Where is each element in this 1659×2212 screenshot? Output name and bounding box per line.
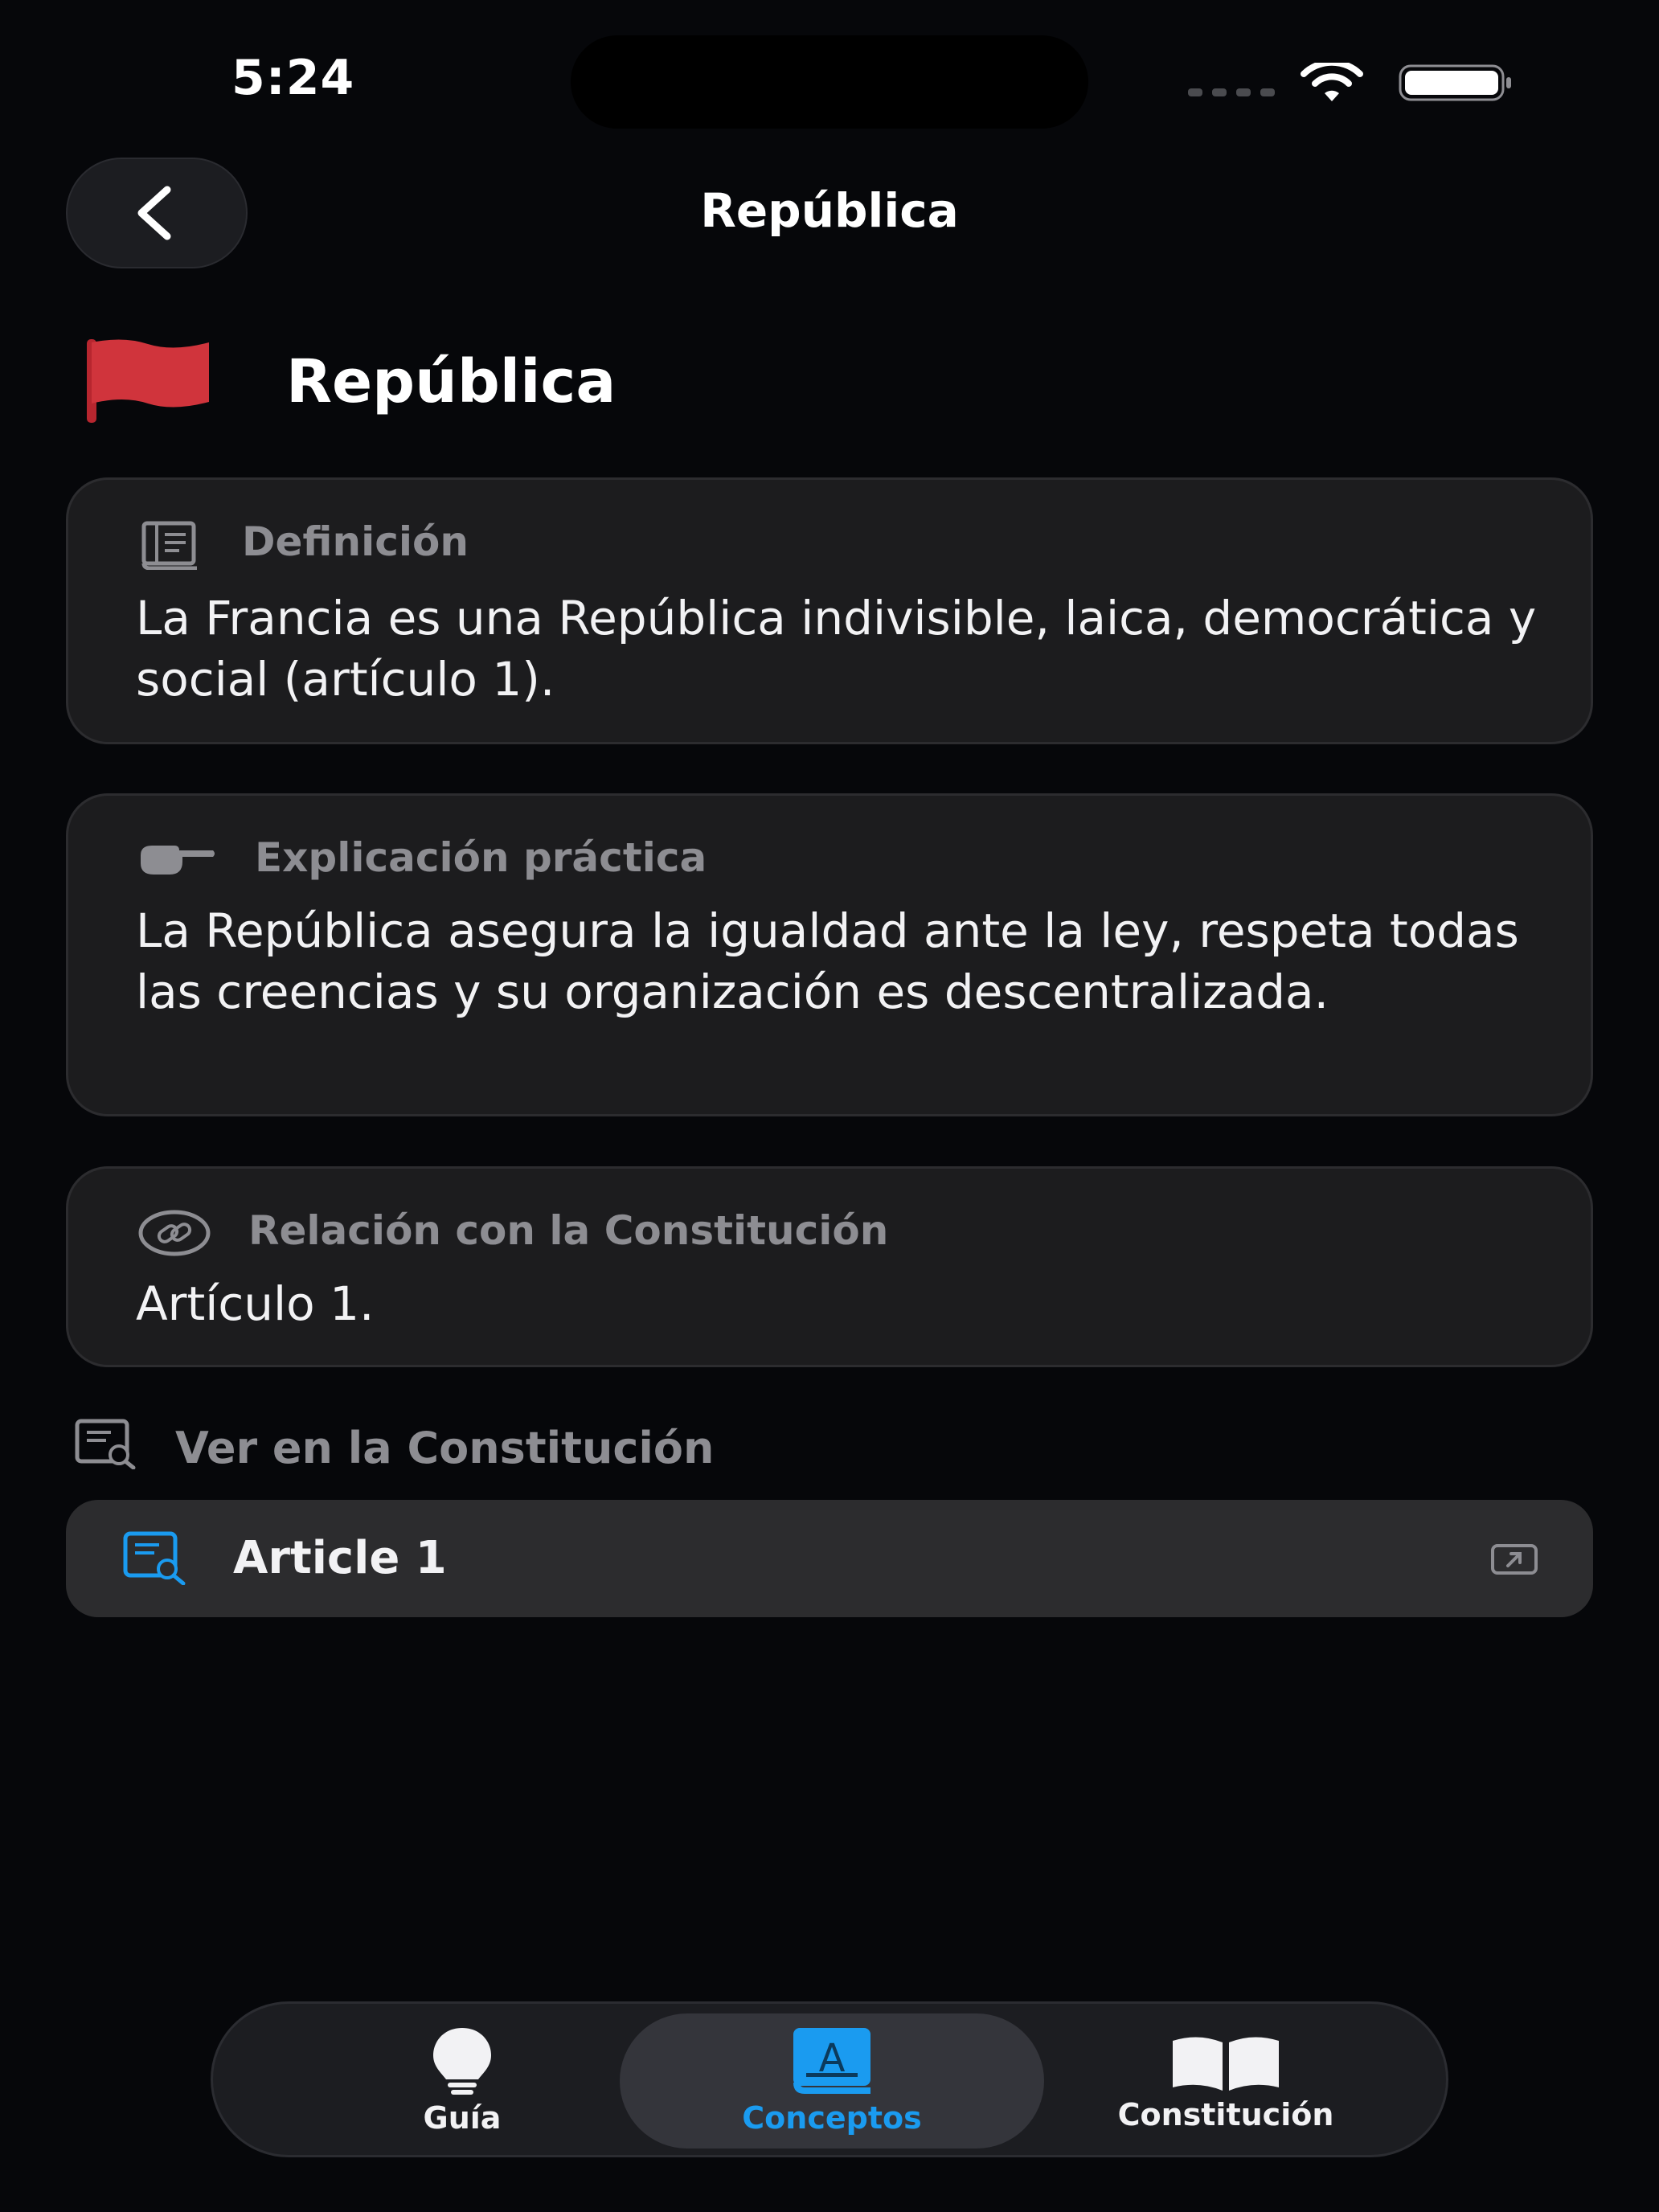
concept-title: República [286,347,616,416]
link-icon [138,1210,211,1256]
practical-explanation-text: La República asegura la igualdad ante la… [136,903,1519,1019]
tab-conceptos[interactable]: A Conceptos [711,2004,952,2160]
practical-explanation-label: Explicación práctica [255,834,707,881]
screen: 5:24 República República Definición La F… [0,0,1659,2212]
tab-guia[interactable]: Guía [342,2004,583,2160]
practical-explanation-card: Explicación práctica La República asegur… [66,793,1593,1116]
open-external-icon [1491,1544,1538,1575]
nav-title: República [700,183,959,238]
status-time: 5:24 [231,50,355,106]
relation-text: Artículo 1. [136,1276,375,1331]
pointing-hand-icon [141,846,215,875]
tab-conceptos-label: Conceptos [742,2100,922,2136]
red-flag-icon [87,339,209,423]
relation-card: Relación con la Constitución Artículo 1. [66,1166,1593,1367]
article-1-label: Article 1 [233,1532,447,1584]
document-search-icon [123,1531,186,1585]
tab-constitucion[interactable]: Constitución [1081,2004,1370,2160]
glossary-book-icon: A [793,2028,870,2094]
definition-card: Definición La Francia es una República i… [66,477,1593,744]
document-search-icon [75,1419,136,1469]
tab-constitucion-label: Constitución [1117,2097,1334,2132]
wifi-icon [1301,63,1363,101]
battery-icon [1399,64,1511,101]
cellular-signal-icon [1188,88,1275,96]
relation-label: Relación con la Constitución [248,1207,889,1254]
definition-text: La Francia es una República indivisible,… [136,591,1537,707]
book-icon [141,521,197,570]
definition-label: Definición [242,518,469,565]
tab-bar: Guía A Conceptos Constitución [211,2001,1448,2157]
open-book-icon [1173,2037,1279,2091]
article-1-link[interactable]: Article 1 [66,1500,1593,1617]
tab-guia-label: Guía [423,2100,502,2136]
lightbulb-icon [433,2028,491,2095]
see-in-constitution-label: Ver en la Constitución [175,1423,715,1473]
dynamic-island [571,35,1088,129]
